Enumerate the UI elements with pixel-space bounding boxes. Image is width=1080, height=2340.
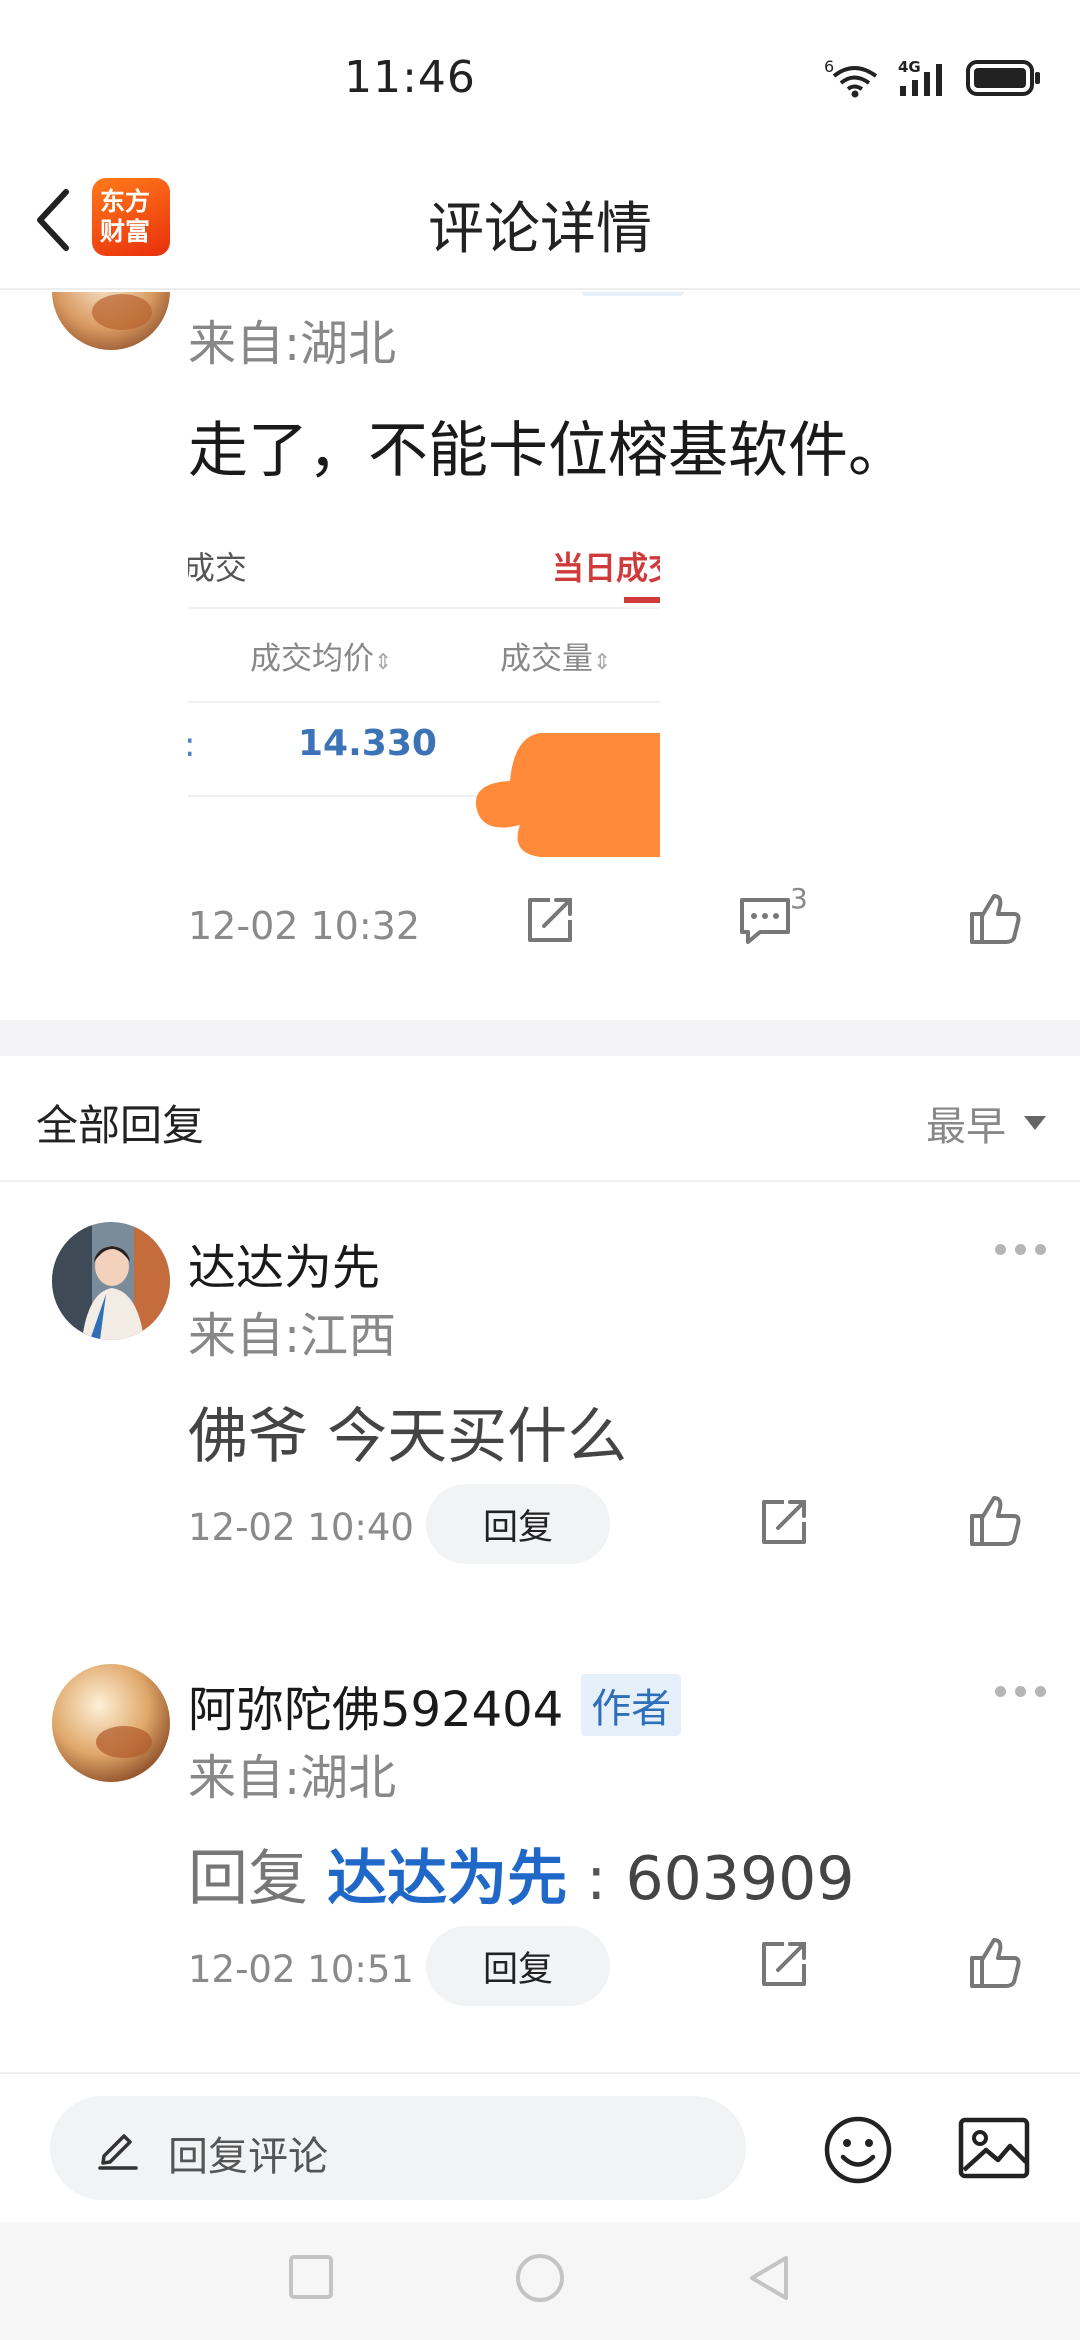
reply-text: 佛爷 今天买什么 (188, 1402, 628, 1472)
image-tab-right: 当日成交 (552, 549, 660, 587)
reply-username[interactable]: 达达为先 (188, 1228, 380, 1298)
reply-time: 12-02 10:51 (188, 1948, 414, 1991)
post-screenshot-image[interactable]: l成交 当日成交 成交均价⇕ 成交量⇕ : 14.330 (188, 517, 660, 857)
author-badge: 作者 (581, 1674, 682, 1736)
reply-button[interactable]: 回复 (426, 1926, 610, 2006)
reply-prefix: 回复 (188, 1844, 308, 1914)
original-comment: 来自:湖北 走了，不能卡位榕基软件。 l成交 当日成交 成交均价⇕ 成交量⇕ :… (0, 292, 1080, 1020)
comment-count: 3 (790, 882, 808, 915)
share-icon[interactable] (522, 892, 578, 948)
post-time: 12-02 10:32 (188, 904, 421, 948)
post-region: 来自:湖北 (188, 316, 397, 372)
reply-time: 12-02 10:40 (188, 1506, 414, 1549)
buddha-avatar-image (52, 1664, 170, 1782)
image-cell-colon: : (188, 725, 195, 765)
reply-comment-input[interactable]: 回复评论 (50, 2096, 746, 2200)
replies-title: 全部回复 (36, 1101, 205, 1150)
like-icon[interactable] (966, 1492, 1022, 1548)
post-text: 走了，不能卡位榕基软件。 (188, 416, 908, 486)
avatar[interactable] (52, 1664, 170, 1782)
replies-header: 全部回复 最早 (0, 1056, 1080, 1182)
user-avatar-image (52, 1222, 170, 1340)
reply-region: 来自:江西 (188, 1308, 397, 1364)
reply-text: 回复 达达为先 : 603909 (188, 1830, 855, 1917)
reply-button[interactable]: 回复 (426, 1484, 610, 1564)
like-icon[interactable] (966, 1934, 1022, 1990)
like-icon[interactable] (966, 890, 1022, 946)
status-bar: 11:46 6 4G (0, 0, 1080, 150)
reply-content: 603909 (625, 1844, 855, 1914)
reply-separator: : (586, 1844, 607, 1914)
author-badge-partial (582, 292, 684, 296)
comment-input-bar: 回复评论 (0, 2072, 1080, 2222)
share-icon[interactable] (756, 1936, 812, 1992)
wifi-label: 6 (824, 58, 834, 76)
signal-icon: 4G (898, 58, 942, 96)
reply-item: 阿弥陀佛592404 作者 来自:湖北 回复 达达为先 : 603909 12-… (0, 1664, 1080, 2104)
sort-label: 最早 (926, 1104, 1006, 1150)
avatar[interactable] (52, 1222, 170, 1340)
caret-down-icon (1024, 1116, 1046, 1130)
reply-username[interactable]: 阿弥陀佛592404 (188, 1670, 563, 1740)
recent-apps-icon[interactable] (286, 2252, 336, 2302)
image-col-avg-price: 成交均价⇕ (250, 641, 393, 677)
status-icons: 6 4G (824, 58, 1042, 98)
avatar[interactable] (52, 292, 170, 350)
more-options-button[interactable] (995, 1686, 1046, 1697)
battery-icon (966, 60, 1040, 96)
image-avg-price-value: 14.330 (298, 723, 437, 764)
image-tab-underline (624, 597, 660, 603)
status-time: 11:46 (344, 52, 476, 103)
more-options-button[interactable] (995, 1244, 1046, 1255)
pencil-icon (98, 2134, 138, 2170)
image-col-volume: 成交量⇕ (500, 641, 612, 677)
wifi-icon: 6 (824, 58, 878, 98)
network-label: 4G (898, 58, 921, 76)
sort-dropdown[interactable]: 最早 (926, 1094, 1046, 1152)
back-triangle-icon[interactable] (744, 2252, 792, 2304)
page-title: 评论详情 (428, 197, 652, 262)
image-icon[interactable] (958, 2116, 1030, 2182)
nav-bar: 东方 财富 评论详情 (0, 150, 1080, 290)
comment-placeholder: 回复评论 (168, 2134, 328, 2180)
emoji-icon[interactable] (822, 2114, 894, 2186)
redaction-blob (475, 733, 660, 857)
reply-item: 达达为先 来自:江西 佛爷 今天买什么 12-02 10:40 回复 (0, 1222, 1080, 1662)
share-icon[interactable] (756, 1494, 812, 1550)
buddha-avatar-image (52, 292, 170, 350)
comment-icon[interactable] (736, 892, 796, 948)
home-icon[interactable] (514, 2252, 566, 2304)
section-divider (0, 1020, 1080, 1056)
reply-region: 来自:湖北 (188, 1750, 397, 1806)
system-navigation-bar (0, 2222, 1080, 2340)
image-tab-left: l成交 (188, 549, 247, 587)
reply-target-user[interactable]: 达达为先 (327, 1844, 567, 1914)
